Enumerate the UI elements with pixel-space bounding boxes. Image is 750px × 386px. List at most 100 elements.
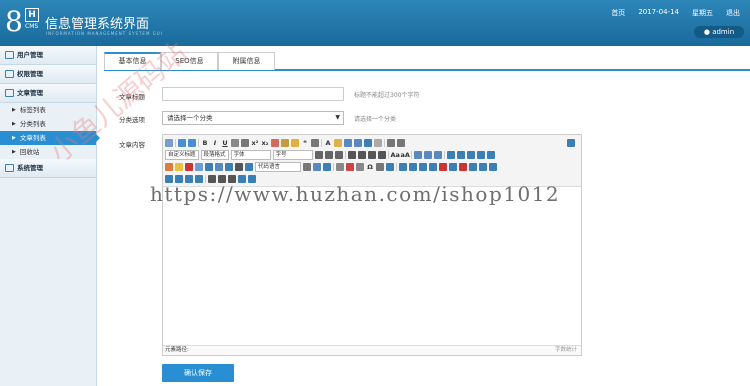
merge-down-icon[interactable] — [489, 162, 497, 171]
emotion-icon[interactable] — [175, 162, 183, 171]
horizontal-rule-icon[interactable] — [336, 162, 344, 171]
merge-right-icon[interactable] — [479, 162, 487, 171]
image-right-icon[interactable] — [466, 150, 475, 159]
font-family-select[interactable]: 字体 — [230, 149, 271, 160]
redo-icon[interactable] — [188, 138, 196, 147]
music-icon[interactable] — [195, 162, 203, 171]
uppercase-icon[interactable]: Aa — [391, 151, 400, 159]
image-center-icon[interactable] — [476, 150, 485, 159]
border-icon[interactable] — [231, 138, 239, 147]
template-icon[interactable] — [313, 162, 321, 171]
italic-icon[interactable]: I — [211, 139, 219, 147]
merge-cells-icon[interactable] — [469, 162, 477, 171]
row-spacing-top-icon[interactable] — [387, 138, 395, 147]
date-icon[interactable] — [346, 162, 354, 171]
save-button[interactable]: 确认保存 — [162, 364, 234, 382]
sidebar-group-permissions[interactable]: 权限管理 — [0, 65, 96, 84]
toolbar-separator — [198, 138, 199, 147]
eraser-icon[interactable] — [271, 138, 279, 147]
snapscreen-icon[interactable] — [376, 162, 384, 171]
custom-heading-select[interactable]: 自定义标题 — [165, 149, 199, 160]
ordered-list-icon[interactable] — [344, 138, 352, 147]
superscript-icon[interactable]: x² — [251, 139, 259, 147]
delete-col-icon[interactable] — [459, 162, 467, 171]
align-left-icon[interactable] — [347, 150, 356, 159]
content-label: 文章内容 — [119, 141, 145, 149]
clear-doc-icon[interactable] — [374, 138, 382, 147]
title-input[interactable] — [162, 87, 344, 101]
top-links: 首页 2017-04-14 星期五 退出 — [611, 8, 740, 18]
align-right-icon[interactable] — [367, 150, 376, 159]
wordimage-icon[interactable] — [386, 162, 394, 171]
insert-code-icon[interactable] — [245, 162, 253, 171]
google-map-icon[interactable] — [225, 162, 233, 171]
insert-col-icon[interactable] — [449, 162, 457, 171]
category-select[interactable]: 请选择一个分类 ▼ — [162, 111, 344, 125]
quote-icon[interactable]: ❝ — [301, 139, 309, 147]
sidebar-group-label: 用户管理 — [17, 51, 43, 59]
logout-link[interactable]: 退出 — [726, 8, 740, 18]
image-block-icon[interactable] — [486, 150, 495, 159]
anchor-icon[interactable] — [433, 150, 442, 159]
select-all-icon[interactable] — [364, 138, 372, 147]
subscript-icon[interactable]: x₂ — [261, 139, 269, 147]
html-source-icon[interactable] — [165, 138, 173, 147]
delete-table-icon[interactable] — [409, 162, 417, 171]
sidebar-item-label: 回收站 — [19, 148, 40, 156]
fullscreen-icon[interactable] — [567, 138, 575, 147]
paste-text-icon[interactable] — [311, 138, 319, 147]
sidebar-group-system[interactable]: 系统管理 — [0, 159, 96, 178]
rich-text-editor: B I U x² x₂ ❝ A 自定义标题 段落格式 字体 字号 Aa aA 代… — [162, 134, 582, 356]
attachment-icon[interactable] — [205, 162, 213, 171]
insert-table-icon[interactable] — [399, 162, 407, 171]
lowercase-icon[interactable]: aA — [401, 151, 410, 159]
insert-row-icon[interactable] — [429, 162, 437, 171]
editor-content-area[interactable] — [163, 187, 581, 346]
line-height-icon[interactable] — [397, 138, 405, 147]
image-left-icon[interactable] — [456, 150, 465, 159]
format-painter-icon[interactable] — [281, 138, 289, 147]
sidebar-group-label: 文章管理 — [17, 89, 43, 97]
background-icon[interactable] — [323, 162, 331, 171]
ltr-icon[interactable] — [314, 150, 323, 159]
delete-row-icon[interactable] — [439, 162, 447, 171]
undo-icon[interactable] — [178, 138, 186, 147]
indent-icon[interactable] — [334, 150, 343, 159]
unlink-icon[interactable] — [423, 150, 432, 159]
page-break-icon[interactable] — [303, 162, 311, 171]
align-center-icon[interactable] — [357, 150, 366, 159]
category-selected: 请选择一个分类 — [167, 114, 213, 122]
toolbar-separator — [344, 150, 346, 159]
special-chars-icon[interactable]: Ω — [366, 163, 374, 171]
paragraph-select[interactable]: 段落格式 — [200, 149, 229, 160]
link-icon[interactable] — [413, 150, 422, 159]
toolbar-separator — [175, 138, 176, 147]
insert-paragraph-icon[interactable] — [419, 162, 427, 171]
tab-attached-info[interactable]: 附属信息 — [218, 52, 275, 70]
user-menu[interactable]: ● admin — [694, 26, 744, 38]
caret-right-icon: ▶ — [12, 121, 16, 127]
sidebar-group-label: 权限管理 — [17, 70, 43, 78]
image-none-icon[interactable] — [446, 150, 455, 159]
insert-frame-icon[interactable] — [235, 162, 243, 171]
highlight-icon[interactable] — [334, 138, 342, 147]
sidebar-group-users[interactable]: 用户管理 — [0, 46, 96, 65]
auto-format-icon[interactable] — [291, 138, 299, 147]
video-icon[interactable] — [185, 162, 193, 171]
font-size-select[interactable]: 字号 — [272, 149, 313, 160]
map-icon[interactable] — [215, 162, 223, 171]
strikethrough-icon[interactable] — [241, 138, 249, 147]
unordered-list-icon[interactable] — [354, 138, 362, 147]
underline-icon[interactable]: U — [221, 139, 229, 147]
sidebar-item-label: 标签列表 — [19, 106, 46, 114]
code-language-select[interactable]: 代码语言 — [255, 161, 301, 172]
justify-icon[interactable] — [377, 150, 386, 159]
time-icon[interactable] — [356, 162, 364, 171]
font-color-icon[interactable]: A — [324, 139, 332, 147]
rtl-icon[interactable] — [324, 150, 333, 159]
sidebar-group-articles[interactable]: 文章管理 — [0, 84, 96, 103]
logo-cms: CMS — [25, 23, 39, 30]
home-link[interactable]: 首页 — [611, 8, 625, 18]
bold-icon[interactable]: B — [201, 139, 209, 147]
insert-image-icon[interactable] — [165, 162, 173, 171]
